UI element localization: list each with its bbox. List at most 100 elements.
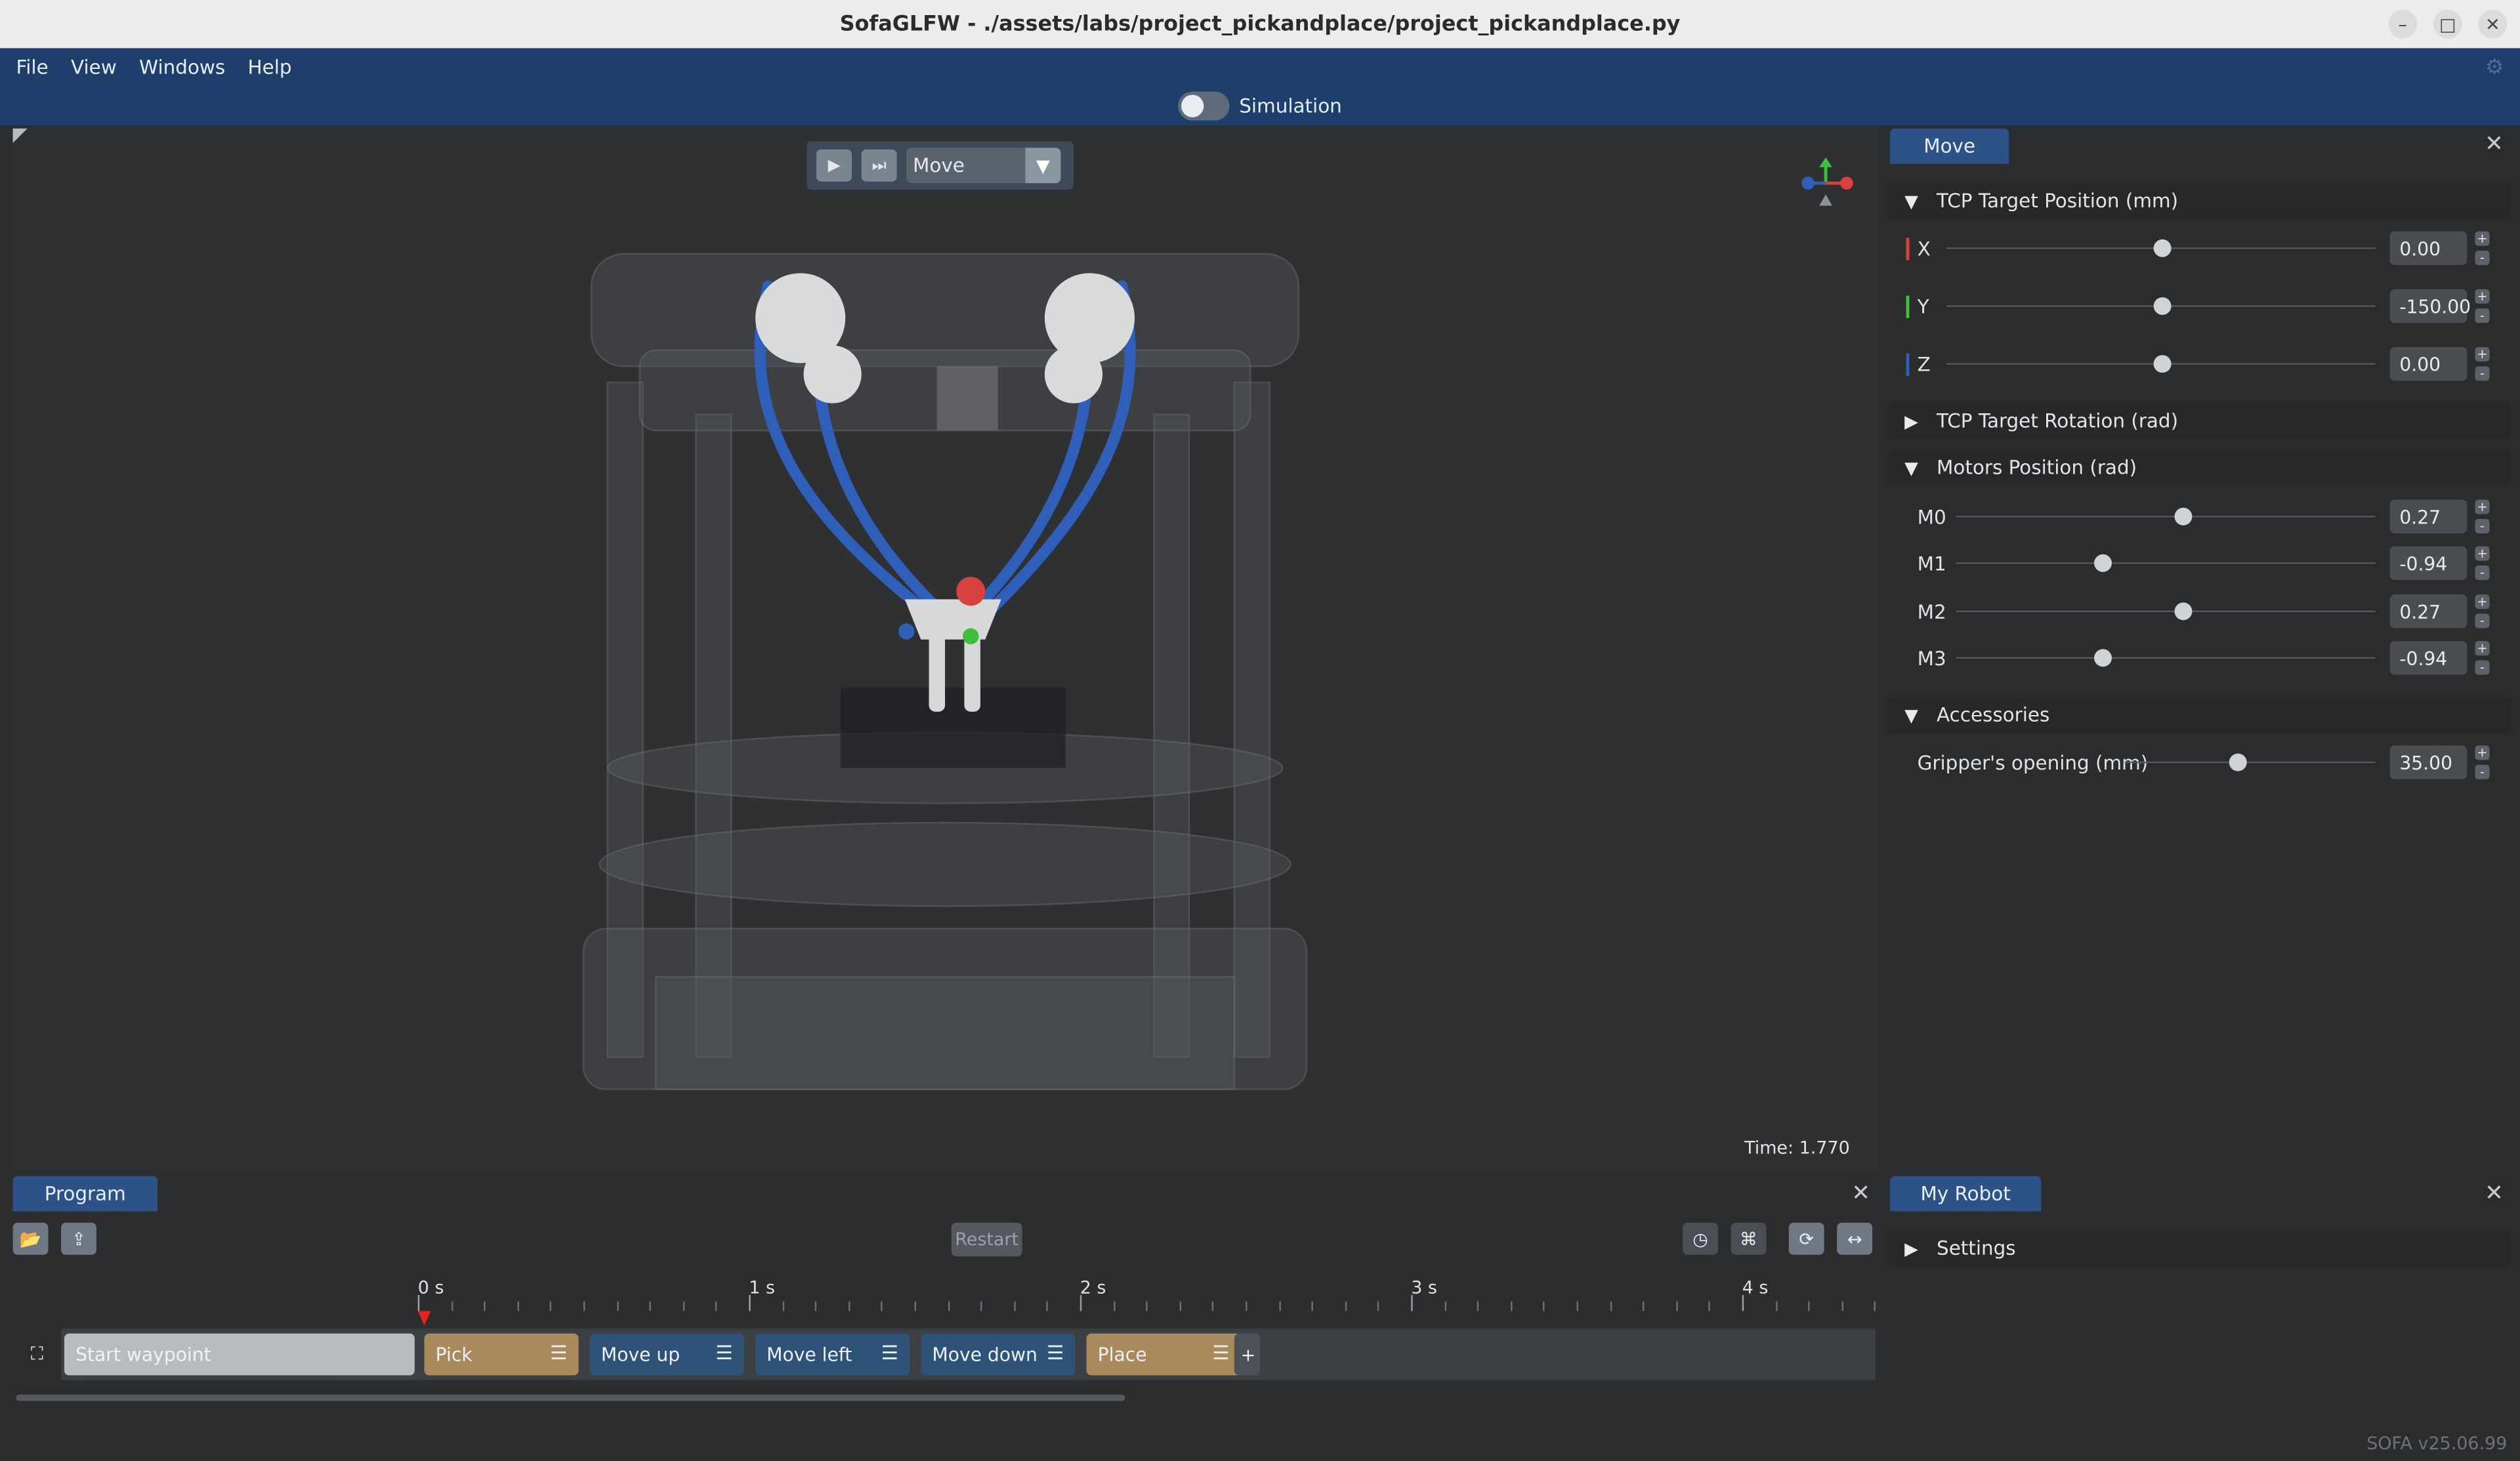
value-field[interactable]: 0.27	[2389, 594, 2468, 628]
slider-thumb[interactable]	[2174, 602, 2193, 621]
fit-width-icon[interactable]: ↔	[1837, 1222, 1873, 1255]
value-field[interactable]: -150.00	[2389, 289, 2471, 323]
slider-track[interactable]	[1956, 562, 2376, 564]
ruler-tick	[1543, 1301, 1545, 1311]
ruler-tick	[1576, 1301, 1578, 1311]
trajectory-icon[interactable]: ⌘	[1731, 1222, 1767, 1255]
value-field[interactable]: 0.00	[2389, 231, 2468, 266]
value-field[interactable]: 35.00	[2389, 745, 2468, 779]
fullscreen-icon[interactable]: ⛶	[19, 1338, 54, 1370]
triangle-down-icon: ▼	[1904, 457, 1918, 478]
menu-icon[interactable]: ☰	[550, 1342, 567, 1364]
mode-select[interactable]: Move ▼	[906, 148, 1061, 184]
maximize-button[interactable]: □	[2433, 9, 2462, 39]
slider-thumb[interactable]	[2094, 554, 2112, 572]
decrement-button[interactable]: -	[2475, 308, 2490, 323]
ruler-tick	[1411, 1294, 1413, 1311]
open-folder-icon[interactable]: 📂	[12, 1222, 49, 1255]
close-window-button[interactable]: ✕	[2478, 9, 2508, 39]
block-move-down[interactable]: Move down ☰	[921, 1333, 1076, 1376]
block-place[interactable]: Place ☰	[1086, 1333, 1241, 1376]
viewport-corner-handle[interactable]	[12, 128, 28, 143]
scene-viewport[interactable]: ▶ ⏭ Move ▼ Time: 1.770	[12, 128, 1876, 1170]
play-icon[interactable]: ▶	[816, 149, 852, 182]
menu-windows[interactable]: Windows	[139, 56, 225, 79]
decrement-button[interactable]: -	[2475, 566, 2490, 581]
robot-scene[interactable]	[543, 222, 1347, 1121]
menu-help[interactable]: Help	[248, 56, 292, 79]
value-field[interactable]: -0.94	[2389, 641, 2468, 675]
ruler-tick	[1510, 1301, 1513, 1311]
decrement-button[interactable]: -	[2475, 764, 2490, 779]
slider-track[interactable]	[1956, 610, 2376, 613]
add-block-button[interactable]: +	[1234, 1333, 1261, 1376]
close-icon[interactable]: ✕	[2485, 132, 2504, 157]
decrement-button[interactable]: -	[2475, 519, 2490, 534]
clock-icon[interactable]: ◷	[1683, 1222, 1718, 1255]
playhead-marker[interactable]	[417, 1311, 431, 1326]
tab-program[interactable]: Program	[12, 1176, 158, 1212]
slider-thumb[interactable]	[2152, 297, 2171, 316]
decrement-button[interactable]: -	[2475, 660, 2490, 675]
block-move-up[interactable]: Move up ☰	[589, 1333, 744, 1376]
section-settings[interactable]: ▶ Settings	[1888, 1230, 2511, 1266]
ruler-tick	[914, 1301, 916, 1311]
tab-my-robot[interactable]: My Robot	[1890, 1176, 2042, 1212]
increment-button[interactable]: +	[2475, 745, 2490, 760]
menu-icon[interactable]: ☰	[715, 1342, 732, 1364]
restart-button[interactable]: Restart	[951, 1222, 1022, 1257]
decrement-button[interactable]: -	[2475, 613, 2490, 628]
window-titlebar: SofaGLFW - ./assets/labs/project_pickand…	[0, 0, 2520, 49]
slider-thumb[interactable]	[2174, 507, 2193, 525]
settings-gear-icon[interactable]: ⚙	[2485, 56, 2504, 81]
menu-icon[interactable]: ☰	[1212, 1342, 1229, 1364]
ruler-label: 0 s	[417, 1277, 444, 1298]
slider-track[interactable]	[1956, 516, 2376, 518]
minimize-button[interactable]: –	[2388, 9, 2418, 39]
ruler-tick	[682, 1301, 684, 1311]
decrement-button[interactable]: -	[2475, 366, 2490, 381]
section-tcp-rotation[interactable]: ▶ TCP Target Rotation (rad)	[1888, 403, 2511, 439]
slider-thumb[interactable]	[2094, 649, 2112, 667]
menu-view[interactable]: View	[71, 56, 117, 79]
slider-thumb[interactable]	[2152, 239, 2171, 257]
slider-thumb[interactable]	[2229, 753, 2248, 772]
slider-thumb[interactable]	[2152, 355, 2171, 373]
slider-track[interactable]	[2124, 761, 2376, 764]
increment-button[interactable]: +	[2475, 289, 2490, 304]
increment-button[interactable]: +	[2475, 641, 2490, 656]
repeat-icon[interactable]: ⟳	[1788, 1222, 1824, 1255]
increment-button[interactable]: +	[2475, 594, 2490, 609]
value-field[interactable]: -0.94	[2389, 546, 2468, 581]
menu-icon[interactable]: ☰	[1047, 1342, 1064, 1364]
menu-icon[interactable]: ☰	[881, 1342, 898, 1364]
export-icon[interactable]: ⇪	[61, 1222, 96, 1255]
simulation-toggle[interactable]	[1178, 91, 1230, 121]
block-pick[interactable]: Pick ☰	[424, 1333, 579, 1376]
triangle-down-icon: ▼	[1904, 704, 1918, 726]
block-move-left[interactable]: Move left ☰	[755, 1333, 910, 1376]
value-field[interactable]: 0.00	[2389, 346, 2468, 381]
increment-button[interactable]: +	[2475, 499, 2490, 514]
increment-button[interactable]: +	[2475, 231, 2490, 246]
axis-gizmo-icon[interactable]	[1800, 157, 1855, 212]
section-accessories[interactable]: ▼ Accessories	[1888, 697, 2511, 733]
chevron-down-icon[interactable]: ▼	[1025, 148, 1061, 184]
slider-row-m2: M2 0.27 + -	[1914, 594, 2509, 630]
tab-move[interactable]: Move	[1890, 128, 2009, 164]
ruler-tick	[1377, 1301, 1380, 1311]
slider-track[interactable]	[1956, 657, 2376, 659]
increment-button[interactable]: +	[2475, 546, 2490, 561]
close-icon[interactable]: ✕	[1851, 1181, 1870, 1206]
section-tcp-position[interactable]: ▼ TCP Target Position (mm)	[1888, 183, 2511, 219]
menu-file[interactable]: File	[16, 56, 48, 79]
close-icon[interactable]: ✕	[2485, 1181, 2504, 1206]
step-icon[interactable]: ⏭	[861, 149, 897, 182]
decrement-button[interactable]: -	[2475, 251, 2490, 266]
horizontal-scrollbar[interactable]	[16, 1394, 1125, 1401]
block-start-waypoint[interactable]: Start waypoint	[64, 1333, 415, 1376]
value-field[interactable]: 0.27	[2389, 499, 2468, 534]
simulation-bar: Simulation	[0, 87, 2520, 126]
section-motors[interactable]: ▼ Motors Position (rad)	[1888, 449, 2511, 485]
increment-button[interactable]: +	[2475, 346, 2490, 362]
